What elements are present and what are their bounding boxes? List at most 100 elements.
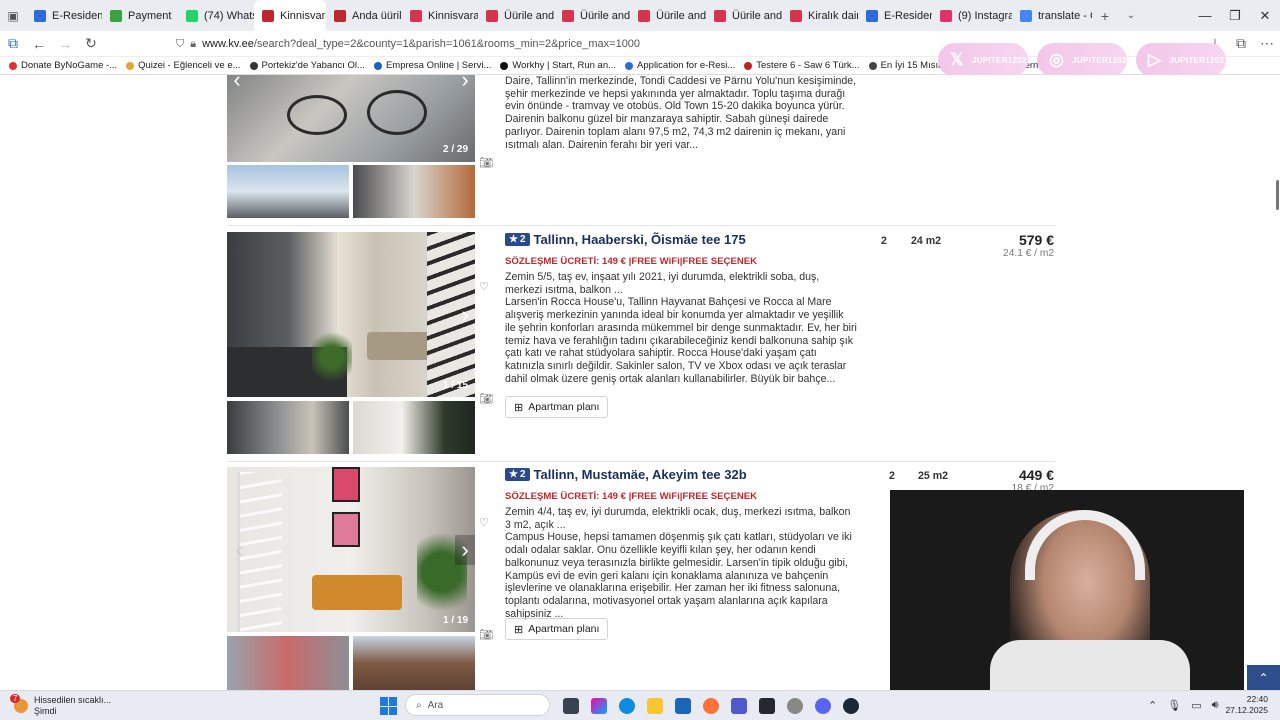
camera-icon: 📷︎ [479,393,493,405]
tab-label: E-Resident'in [884,9,932,22]
tab-favicon-icon [262,9,274,22]
divider [227,461,1055,462]
browser-tab[interactable]: (9) Instagram [932,0,1012,31]
floor-plan-icon: ⊞ [514,401,524,414]
listing-description: Daire, Tallinn'in merkezinde, Tondi Cadd… [505,75,857,151]
bookmark-item[interactable]: Quizei - Eğlenceli ve e... [126,60,241,71]
minimize-icon[interactable]: — [1190,8,1220,23]
rooms-count: 2 [889,470,895,482]
bookmark-item[interactable]: Empresa Online | Servi... [373,60,491,71]
edge-icon[interactable] [619,698,635,714]
listing-main-photo[interactable]: ‹ › 1 / 19 [227,467,475,632]
workspace-icon[interactable]: ⧉ [0,35,26,52]
tab-favicon-icon [866,9,878,22]
heart-icon[interactable]: ♡ [479,516,489,529]
taskbar-search[interactable]: ⌕ Ara [405,694,550,716]
tab-label: Üürile anda k [504,9,554,22]
floor-plan-button[interactable]: ⊞ Apartman planı [505,396,609,418]
back-icon[interactable]: ← [26,36,52,52]
listing-main-photo[interactable]: ‹ › 2 / 29 [227,75,475,162]
webcam-overlay [890,490,1244,690]
scrollbar-thumb[interactable] [1276,180,1279,210]
next-photo-icon[interactable]: › [455,75,475,95]
listing-thumbnail[interactable] [227,401,349,454]
listing-main-photo[interactable]: › 1 / 15 [227,232,475,397]
file-explorer-icon[interactable] [647,698,663,714]
browser-tab[interactable]: Kinnisvara✕ [254,0,326,31]
site-info-icon[interactable]: ⛉ [176,38,184,51]
prev-photo-icon[interactable]: ‹ [229,535,249,565]
url-path: /search?deal_type=2&county=1&parish=1061… [253,38,641,50]
browser-tab[interactable]: Kinnisvarapor [402,0,478,31]
listing-thumbnail[interactable] [353,165,475,218]
reload-icon[interactable]: ↻ [78,35,104,52]
tab-favicon-icon [110,9,122,22]
task-view-icon[interactable] [563,698,579,714]
tab-favicon-icon [410,9,422,22]
browser-tab[interactable]: Üürile anda k [554,0,630,31]
browser-tab[interactable]: translate - Go [1012,0,1092,31]
volume-icon[interactable]: 🔊︎ [1212,699,1219,712]
listing-title[interactable]: ★ 2 Tallinn, Haaberski, Õismäe tee 175 [505,232,746,247]
microphone-icon[interactable]: 🎙︎ [1167,699,1181,712]
extensions-icon[interactable]: ⧉ [1228,35,1254,52]
menu-icon[interactable]: ⋯ [1254,35,1280,52]
listing-title-text[interactable]: Tallinn, Mustamäe, Akeyim tee 32b [534,467,747,482]
listing-thumbnail[interactable] [353,636,475,690]
steam-icon[interactable] [843,698,859,714]
bookmark-item[interactable]: Workhy | Start, Run an... [500,60,616,71]
heart-icon[interactable]: ♡ [479,280,489,293]
area-value: 25 m2 [918,470,949,482]
new-tab-button[interactable]: + [1092,8,1118,24]
browser-tab[interactable]: Üürile anda k [478,0,554,31]
display-icon[interactable]: ▭ [1191,699,1201,712]
listing-thumbnail[interactable] [227,165,349,218]
app-icon[interactable] [759,698,775,714]
bookmark-item[interactable]: Application for e-Resi... [625,60,735,71]
firefox-icon[interactable] [703,698,719,714]
tab-actions-icon[interactable]: ▣ [0,9,26,23]
rooms-badge: ★ 2 [505,468,530,481]
next-photo-icon[interactable]: › [455,300,475,330]
browser-tab[interactable]: (74) WhatsAp [178,0,254,31]
tray-chevron-icon[interactable]: ⌃ [1148,699,1157,712]
listing-thumbnail[interactable] [227,636,349,690]
settings-icon[interactable] [787,698,803,714]
photo-counter: 1 / 19 [443,615,469,626]
bookmark-item[interactable]: Donate ByNoGame -... [9,60,117,71]
close-window-icon[interactable]: ✕ [1250,8,1280,24]
copilot-icon[interactable] [591,698,607,714]
listing-title[interactable]: ★ 2 Tallinn, Mustamäe, Akeyim tee 32b [505,467,747,482]
forward-icon[interactable]: → [52,36,78,52]
discord-icon[interactable] [815,698,831,714]
weather-widget[interactable]: 7 Hissedilen sıcaklı... Şimdi [10,693,111,717]
browser-tab[interactable]: Üürile anda k [706,0,782,31]
start-icon[interactable] [380,697,398,715]
next-photo-icon[interactable]: › [455,535,475,565]
instagram-logo-icon: ◎ [1049,50,1065,69]
browser-tab[interactable]: E-Resident'in [26,0,102,31]
tab-list-icon[interactable]: ⌄ [1118,10,1144,21]
tab-label: Kinnisvara [280,9,326,22]
tab-label: Kinnisvarapor [428,9,478,22]
youtube-logo-icon: ▷ [1148,50,1162,69]
browser-tab[interactable]: Payment [102,0,178,31]
browser-tab[interactable]: Kiralık daire, 1 [782,0,858,31]
scroll-to-top-button[interactable]: ⌃ [1247,665,1280,690]
browser-tab[interactable]: Üürile anda k [630,0,706,31]
maximize-icon[interactable]: ❐ [1220,8,1250,24]
bookmark-favicon-icon [9,61,17,70]
listing-thumbnail[interactable] [353,401,475,454]
bookmark-item[interactable]: Portekiz'de Yabancı Ol... [249,60,365,71]
bookmark-item[interactable]: Testere 6 - Saw 6 Türk... [744,60,860,71]
clock[interactable]: 22:40 27.12.2025 [1222,694,1268,716]
listing-description: Zemin 4/4, taş ev, iyi durumda, elektrik… [505,506,852,620]
floor-plan-button[interactable]: ⊞ Apartman planı [505,618,609,640]
browser-tab[interactable]: E-Resident'in [858,0,932,31]
prev-photo-icon[interactable]: ‹ [227,75,247,95]
address-bar[interactable]: ⛉ 🔒︎ www.kv.ee/search?deal_type=2&county… [176,34,936,54]
listing-title-text[interactable]: Tallinn, Haaberski, Õismäe tee 175 [534,232,746,247]
browser-tab[interactable]: Anda üürile k [326,0,402,31]
teams-icon[interactable] [731,698,747,714]
store-icon[interactable] [675,698,691,714]
